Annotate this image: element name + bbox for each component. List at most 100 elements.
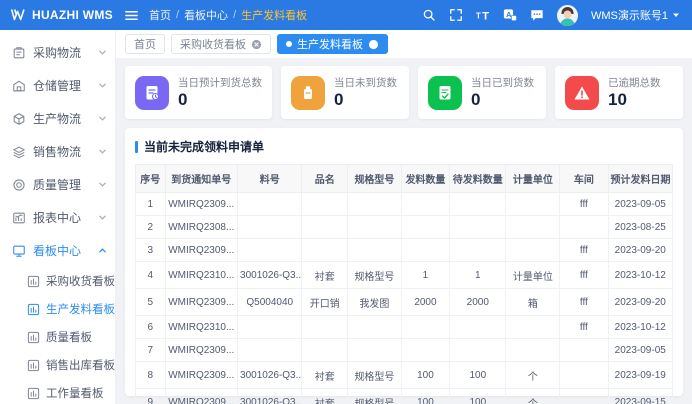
sidebar-item-销售物流[interactable]: 销售物流 [0, 135, 115, 168]
title-accent-bar [135, 141, 138, 153]
table-row[interactable]: 9WMIRQ2309...3001026-Q3...衬套规格型号100100个2… [136, 389, 673, 404]
breadcrumb-item[interactable]: 生产发料看板 [241, 7, 307, 23]
sidebar-subitem-工作量看板[interactable]: 工作量看板 [0, 379, 115, 404]
table-cell: 9 [136, 389, 166, 404]
column-header-品名: 品名 [302, 165, 348, 193]
table-cell: 100 [401, 389, 449, 404]
table-cell: 100 [401, 362, 449, 389]
panel-title: 当前未完成领料申请单 [135, 138, 673, 155]
user-menu[interactable]: WMS演示账号1 [591, 7, 680, 23]
chevron-down-icon [98, 48, 107, 57]
message-icon[interactable] [530, 8, 544, 22]
breadcrumb-item[interactable]: 首页 [149, 7, 171, 23]
table-cell [302, 339, 348, 362]
stat-label: 已逾期总数 [608, 75, 661, 90]
warning-icon [565, 76, 599, 110]
document-clock-icon [135, 76, 169, 110]
sidebar-item-质量管理[interactable]: 质量管理 [0, 168, 115, 201]
chevron-down-icon [98, 180, 107, 189]
table-cell: 3001026-Q3... [238, 262, 302, 289]
tab-label: 首页 [134, 36, 156, 52]
document-check-icon [428, 76, 462, 110]
sidebar-item-生产物流[interactable]: 生产物流 [0, 102, 115, 135]
table-cell: 2000 [401, 289, 449, 316]
sidebar-subitem-质量看板[interactable]: 质量看板 [0, 323, 115, 351]
table-row[interactable]: 7WMIRQ2309...2023-09-05 [136, 339, 673, 362]
sidebar-subitem-采购收货看板[interactable]: 采购收货看板 [0, 267, 115, 295]
sidebar-item-label: 仓储管理 [33, 77, 81, 94]
package-icon [291, 76, 325, 110]
breadcrumb-item[interactable]: 看板中心 [184, 7, 228, 23]
stat-card-当日未到货数: 当日未到货数0 [281, 66, 409, 119]
column-header-车间: 车间 [560, 165, 608, 193]
table-cell: 我发图 [348, 289, 402, 316]
table-cell: Q5004040 [238, 289, 302, 316]
board-icon [27, 275, 40, 288]
table-cell: 2023-09-19 [608, 362, 673, 389]
tab-label: 生产发料看板 [297, 36, 363, 52]
table-cell: fff [560, 262, 608, 289]
sidebar-item-仓储管理[interactable]: 仓储管理 [0, 69, 115, 102]
dashboard-icon [12, 244, 26, 258]
table-cell [560, 362, 608, 389]
table-cell: 5 [136, 289, 166, 316]
sidebar-item-label: 看板中心 [33, 242, 81, 259]
report-icon [12, 211, 26, 225]
warehouse-icon [12, 79, 26, 93]
table-cell: WMIRQ2309... [165, 193, 237, 216]
table-cell: 100 [450, 389, 506, 404]
search-icon[interactable] [422, 8, 436, 22]
table-row[interactable]: 8WMIRQ2309...3001026-Q3...衬套规格型号100100个2… [136, 362, 673, 389]
table-cell [302, 316, 348, 339]
table-cell [506, 239, 560, 262]
table-cell [238, 193, 302, 216]
table-cell [401, 193, 449, 216]
table-cell: WMIRQ2309... [165, 339, 237, 362]
quality-icon [12, 178, 26, 192]
table-cell: WMIRQ2310... [165, 262, 237, 289]
table-cell [348, 339, 402, 362]
table-row[interactable]: 4WMIRQ2310...3001026-Q3...衬套规格型号11计量单位ff… [136, 262, 673, 289]
sidebar-subitem-label: 质量看板 [46, 329, 92, 345]
tab-采购收货看板[interactable]: 采购收货看板 [171, 34, 271, 54]
table-cell: 2023-10-12 [608, 316, 673, 339]
table-cell [401, 216, 449, 239]
sidebar-item-label: 销售物流 [33, 143, 81, 160]
translate-icon[interactable]: A [503, 8, 517, 22]
stat-meta: 已逾期总数10 [608, 75, 661, 110]
table-cell [302, 216, 348, 239]
table-cell: 1 [136, 193, 166, 216]
tab-首页[interactable]: 首页 [125, 34, 165, 54]
table-row[interactable]: 5WMIRQ2309...Q5004040开口销我发图20002000箱fff2… [136, 289, 673, 316]
table-cell [401, 239, 449, 262]
collapse-menu-icon[interactable] [124, 8, 139, 23]
sidebar-item-看板中心[interactable]: 看板中心 [0, 234, 115, 267]
fullscreen-icon[interactable] [449, 8, 463, 22]
tab-生产发料看板[interactable]: 生产发料看板 [277, 34, 388, 54]
sidebar-item-报表中心[interactable]: 报表中心 [0, 201, 115, 234]
stat-value: 10 [608, 90, 661, 110]
close-tab-icon[interactable] [251, 39, 262, 50]
table-cell [238, 316, 302, 339]
avatar[interactable] [557, 5, 578, 26]
table-row[interactable]: 3WMIRQ2309...fff2023-09-20 [136, 239, 673, 262]
table-header-row: 序号到货通知单号料号品名规格型号发料数量待发料数量计量单位车间预计发料日期 [136, 165, 673, 193]
table-cell: WMIRQ2309... [165, 389, 237, 404]
table-cell [401, 316, 449, 339]
table-row[interactable]: 1WMIRQ2309...fff2023-09-05 [136, 193, 673, 216]
table-cell [560, 216, 608, 239]
table-cell: 2023-09-05 [608, 193, 673, 216]
table-cell [348, 239, 402, 262]
sidebar-subitem-生产发料看板[interactable]: 生产发料看板 [0, 295, 115, 323]
sidebar-item-采购物流[interactable]: 采购物流 [0, 36, 115, 69]
top-header: HUAZHI WMS 首页/看板中心/生产发料看板 TTA WMS演示账号1 [0, 0, 692, 30]
table-row[interactable]: 2WMIRQ2308...2023-08-25 [136, 216, 673, 239]
table-row[interactable]: 6WMIRQ2310...fff2023-10-12 [136, 316, 673, 339]
table-cell: fff [560, 239, 608, 262]
sidebar-subitem-销售出库看板[interactable]: 销售出库看板 [0, 351, 115, 379]
logo-icon [10, 8, 26, 22]
stat-card-当日预计到货总数: 当日预计到货总数0 [125, 66, 272, 119]
chevron-down-icon [98, 147, 107, 156]
font-size-icon[interactable]: TT [476, 8, 490, 22]
close-tab-icon[interactable] [368, 39, 379, 50]
